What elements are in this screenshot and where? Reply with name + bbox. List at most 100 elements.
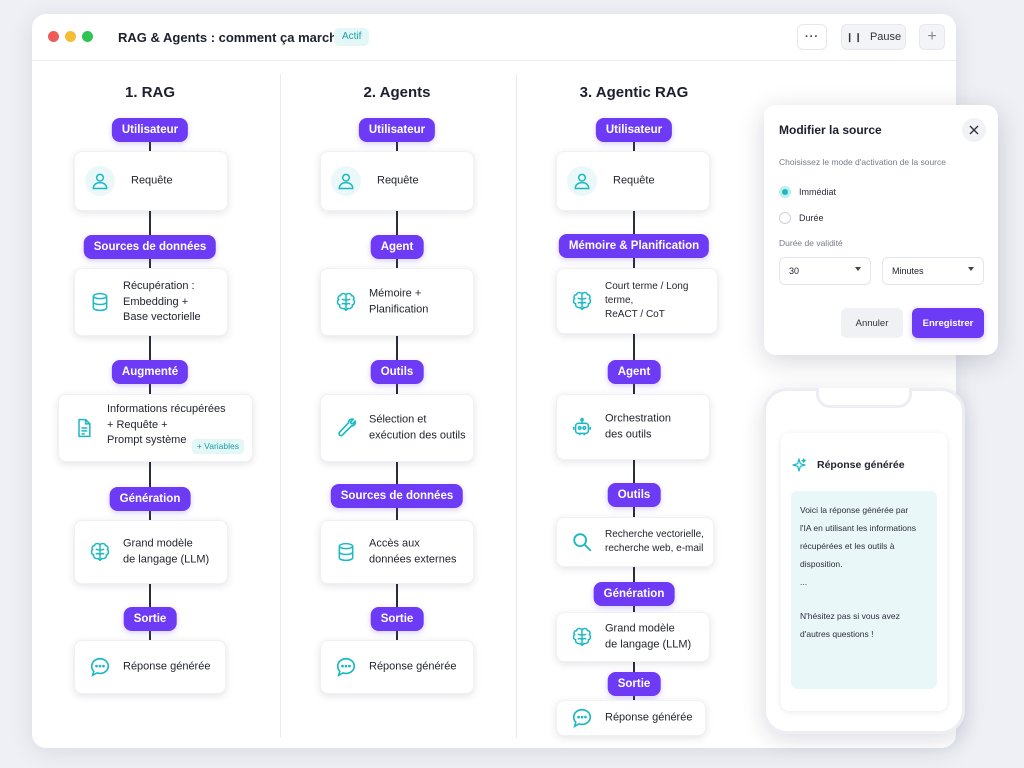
status-badge: Actif bbox=[334, 28, 370, 46]
step-pill[interactable]: Agent bbox=[607, 360, 661, 384]
step-pill[interactable]: Augmenté bbox=[111, 360, 189, 384]
close-icon bbox=[969, 125, 979, 135]
step-card-text: Grand modèle de langage (LLM) bbox=[123, 537, 210, 566]
save-button[interactable]: Enregistrer bbox=[912, 308, 984, 338]
column-title: 3. Agentic RAG bbox=[579, 84, 689, 101]
chat-icon bbox=[567, 703, 597, 733]
response-line: l'IA en utilisant les informations bbox=[800, 523, 916, 533]
radio-immediate-label: Immédiat bbox=[799, 187, 837, 197]
step-card[interactable]: Court terme / Long terme, ReACT / CoT bbox=[556, 268, 718, 334]
brain-icon bbox=[567, 286, 597, 316]
cancel-button[interactable]: Annuler bbox=[841, 308, 903, 338]
step-card-text: Orchestration des outils bbox=[605, 412, 672, 441]
step-card-text: Mémoire + Planification bbox=[369, 287, 429, 316]
database-icon bbox=[331, 537, 361, 567]
close-window-dot[interactable] bbox=[48, 31, 59, 42]
step-card-text: Sélection et exécution des outils bbox=[369, 413, 466, 442]
user-icon bbox=[567, 166, 597, 196]
close-dialog-button[interactable] bbox=[962, 118, 986, 142]
step-pill[interactable]: Sources de données bbox=[330, 484, 464, 508]
step-card[interactable]: Requête bbox=[74, 151, 228, 211]
step-pill[interactable]: Sortie bbox=[370, 607, 424, 631]
more-icon: ··· bbox=[805, 31, 819, 43]
step-card[interactable]: Réponse générée bbox=[74, 640, 226, 694]
step-card-text: Grand modèle de langage (LLM) bbox=[605, 622, 692, 651]
window-title: RAG & Agents : comment ça marche bbox=[118, 30, 345, 45]
step-card[interactable]: Réponse générée bbox=[556, 700, 706, 736]
step-card[interactable]: Accès aux données externes bbox=[320, 520, 474, 584]
radio-duration-dot[interactable] bbox=[779, 212, 791, 224]
brain-icon bbox=[331, 287, 361, 317]
step-pill[interactable]: Outils bbox=[607, 483, 661, 507]
response-line: ... bbox=[800, 577, 808, 587]
step-card-text: Requête bbox=[131, 174, 173, 187]
response-line: N'hésitez pas si vous avez bbox=[800, 611, 900, 621]
pause-button[interactable]: ❙❙ Pause bbox=[841, 24, 906, 50]
phone-notch bbox=[816, 388, 912, 408]
step-pill[interactable]: Génération bbox=[593, 582, 675, 606]
add-button[interactable]: + bbox=[919, 24, 945, 50]
step-card[interactable]: Récupération : Embedding + Base vectorie… bbox=[74, 268, 228, 336]
step-card-text: Réponse générée bbox=[123, 660, 211, 673]
response-line: disposition. bbox=[800, 559, 843, 569]
step-pill[interactable]: Outils bbox=[370, 360, 424, 384]
step-card[interactable]: Grand modèle de langage (LLM) bbox=[556, 612, 710, 662]
more-button[interactable]: ··· bbox=[797, 24, 827, 50]
step-pill[interactable]: Utilisateur bbox=[111, 118, 189, 142]
maximize-window-dot[interactable] bbox=[82, 31, 93, 42]
step-card[interactable]: Informations récupérées + Requête + Prom… bbox=[58, 394, 253, 462]
duration-select[interactable]: 30 bbox=[779, 257, 871, 285]
radio-immediate[interactable]: Immédiat bbox=[779, 186, 836, 198]
column-title: 2. Agents bbox=[363, 84, 431, 101]
step-pill[interactable]: Sortie bbox=[607, 672, 661, 696]
step-card[interactable]: Mémoire + Planification bbox=[320, 268, 474, 336]
chat-icon bbox=[331, 652, 361, 682]
variables-badge: + Variables bbox=[191, 439, 244, 454]
step-card[interactable]: Recherche vectorielle, recherche web, e-… bbox=[556, 517, 714, 567]
step-pill[interactable]: Agent bbox=[370, 235, 424, 259]
dialog-subtitle: Choisissez le mode d'activation de la so… bbox=[779, 157, 946, 167]
unit-value: Minutes bbox=[892, 266, 924, 276]
response-header: Réponse générée bbox=[791, 457, 905, 473]
brain-icon bbox=[567, 622, 597, 652]
step-card-text: Requête bbox=[377, 174, 419, 187]
step-card[interactable]: Orchestration des outils bbox=[556, 394, 710, 460]
column-divider bbox=[280, 74, 281, 738]
step-pill[interactable]: Sortie bbox=[123, 607, 177, 631]
unit-select[interactable]: Minutes bbox=[882, 257, 984, 285]
step-card[interactable]: Sélection et exécution des outils bbox=[320, 394, 474, 462]
chevron-down-icon bbox=[855, 267, 861, 271]
step-pill[interactable]: Sources de données bbox=[83, 235, 217, 259]
radio-duration[interactable]: Durée bbox=[779, 212, 824, 224]
plus-icon: + bbox=[927, 28, 937, 45]
database-icon bbox=[85, 287, 115, 317]
minimize-window-dot[interactable] bbox=[65, 31, 76, 42]
response-title: Réponse générée bbox=[817, 459, 905, 471]
duration-value: 30 bbox=[789, 266, 800, 276]
brain-icon bbox=[85, 537, 115, 567]
step-card-text: Accès aux données externes bbox=[369, 537, 457, 566]
wrench-icon bbox=[331, 413, 361, 443]
step-card[interactable]: Requête bbox=[320, 151, 474, 211]
chat-icon bbox=[85, 652, 115, 682]
column-divider bbox=[516, 74, 517, 738]
robot-icon bbox=[567, 412, 597, 442]
step-pill[interactable]: Utilisateur bbox=[595, 118, 673, 142]
document-icon bbox=[69, 413, 99, 443]
step-card[interactable]: Requête bbox=[556, 151, 710, 211]
step-card[interactable]: Réponse générée bbox=[320, 640, 474, 694]
user-icon bbox=[85, 166, 115, 196]
step-card-text: Court terme / Long terme, ReACT / CoT bbox=[605, 281, 689, 320]
step-card[interactable]: Grand modèle de langage (LLM) bbox=[74, 520, 228, 584]
radio-immediate-dot[interactable] bbox=[779, 186, 791, 198]
response-line: récupérées et les outils à bbox=[800, 541, 895, 551]
step-card-text: Recherche vectorielle, recherche web, e-… bbox=[605, 529, 704, 554]
step-pill[interactable]: Mémoire & Planification bbox=[558, 234, 710, 258]
step-pill[interactable]: Génération bbox=[109, 487, 191, 511]
pause-icon: ❙❙ bbox=[845, 31, 863, 42]
response-body: Voici la réponse générée par l'IA en uti… bbox=[791, 491, 937, 689]
dialog-title: Modifier la source bbox=[779, 123, 882, 137]
radio-duration-label: Durée bbox=[799, 213, 824, 223]
step-pill[interactable]: Utilisateur bbox=[358, 118, 436, 142]
column-title: 1. RAG bbox=[124, 84, 175, 101]
